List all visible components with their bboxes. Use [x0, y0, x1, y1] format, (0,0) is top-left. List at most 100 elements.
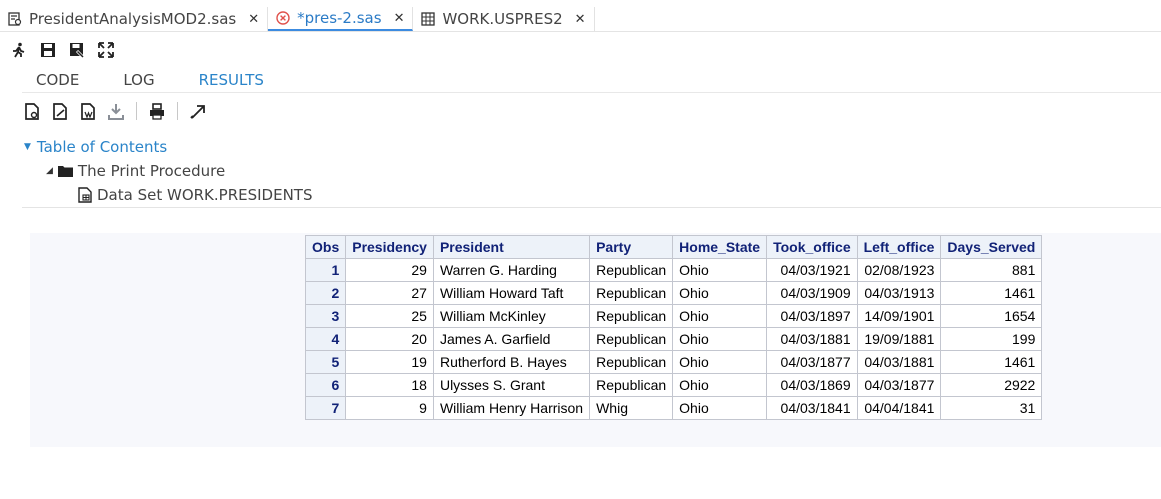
table-cell: Whig — [589, 396, 674, 420]
table-cell: 04/03/1881 — [856, 350, 942, 374]
table-cell: Ohio — [672, 327, 768, 351]
table-cell: 9 — [345, 396, 434, 420]
view-tabs: CODE LOG RESULTS — [14, 70, 286, 92]
table-cell: 04/03/1921 — [766, 258, 858, 282]
table-cell: 31 — [940, 396, 1043, 420]
download-word-icon[interactable] — [80, 102, 96, 120]
table-cell: 19/09/1881 — [856, 327, 942, 351]
table-cell: Republican — [589, 373, 674, 397]
results-output: Obs Presidency President Party Home_State Too… — [30, 233, 1161, 447]
table-cell: 04/03/1913 — [856, 281, 942, 305]
column-header: Took_office — [766, 235, 858, 259]
table-cell: Ohio — [672, 304, 768, 328]
close-icon[interactable]: ✕ — [394, 11, 405, 26]
separator — [136, 102, 137, 120]
column-header: Left_office — [856, 235, 942, 259]
column-header: Party — [589, 235, 674, 259]
obs-cell: 5 — [304, 350, 347, 374]
table-cell: 04/03/1869 — [766, 373, 858, 397]
table-cell: 1461 — [940, 350, 1043, 374]
table-cell: 04/03/1909 — [766, 281, 858, 305]
toc-header[interactable]: ▼ Table of Contents — [24, 135, 312, 159]
results-toolbar — [24, 102, 218, 120]
table-cell: 14/09/1901 — [856, 304, 942, 328]
table-cell: 18 — [345, 373, 434, 397]
tab-results[interactable]: RESULTS — [177, 70, 286, 92]
print-table: Obs Presidency President Party Home_State Too… — [304, 235, 1043, 420]
caret-down-right-icon[interactable]: ◢ — [46, 166, 53, 176]
column-header: President — [432, 235, 591, 259]
table-row: 4 20 James A. Garfield Republican Ohio 04/03/… — [304, 327, 1043, 351]
sas-program-icon — [8, 12, 22, 26]
table-cell: 04/03/1881 — [766, 327, 858, 351]
table-cell: James A. Garfield — [432, 327, 591, 351]
run-icon[interactable] — [10, 42, 27, 59]
tab-label: *pres-2.sas — [297, 9, 382, 27]
tab-pres-2[interactable]: *pres-2.sas ✕ — [268, 7, 414, 31]
table-cell: Ulysses S. Grant — [432, 373, 591, 397]
save-icon[interactable] — [39, 42, 56, 59]
folder-icon — [57, 165, 73, 177]
obs-cell: 2 — [304, 281, 347, 305]
dataset-icon — [78, 187, 92, 203]
tab-code[interactable]: CODE — [14, 70, 101, 92]
save-as-icon[interactable] — [68, 42, 85, 59]
table-cell: 04/03/1841 — [766, 396, 858, 420]
toc-item-dataset[interactable]: Data Set WORK.PRESIDENTS — [24, 183, 312, 207]
table-cell: 1461 — [940, 281, 1043, 305]
table-cell: 02/08/1923 — [856, 258, 942, 282]
download-icon[interactable] — [108, 102, 124, 120]
close-icon[interactable]: ✕ — [575, 12, 586, 27]
column-header: Home_State — [672, 235, 768, 259]
maximize-icon[interactable] — [97, 42, 114, 59]
column-header: Obs — [304, 235, 347, 259]
editor-tab-strip: PresidentAnalysisMOD2.sas ✕ *pres-2.sas … — [0, 7, 595, 32]
table-cell: 2922 — [940, 373, 1043, 397]
table-row: 7 9 William Henry Harrison Whig Ohio 04/03/18… — [304, 396, 1043, 420]
table-header-row: Obs Presidency President Party Home_State Too… — [304, 235, 1043, 259]
toc-item-procedure[interactable]: ◢ The Print Procedure — [24, 159, 312, 183]
table-cell: Republican — [589, 350, 674, 374]
table-cell: Ohio — [672, 373, 768, 397]
column-header: Days_Served — [940, 235, 1043, 259]
obs-cell: 3 — [304, 304, 347, 328]
tab-label: PresidentAnalysisMOD2.sas — [29, 10, 237, 28]
open-new-window-icon[interactable] — [190, 102, 206, 120]
tab-log[interactable]: LOG — [101, 70, 176, 92]
obs-cell: 7 — [304, 396, 347, 420]
obs-cell: 6 — [304, 373, 347, 397]
divider — [22, 92, 1161, 93]
table-cell: 19 — [345, 350, 434, 374]
divider — [0, 31, 1161, 32]
table-cell: Rutherford B. Hayes — [432, 350, 591, 374]
tab-work-uspres2[interactable]: WORK.USPRES2 ✕ — [413, 7, 595, 31]
table-cell: William Henry Harrison — [432, 396, 591, 420]
table-cell: Ohio — [672, 350, 768, 374]
table-cell: Republican — [589, 258, 674, 282]
error-icon — [276, 11, 290, 25]
print-icon[interactable] — [149, 102, 165, 120]
table-cell: Republican — [589, 281, 674, 305]
table-cell: William Howard Taft — [432, 281, 591, 305]
open-html-icon[interactable] — [24, 102, 40, 120]
toc-title: Table of Contents — [36, 138, 168, 156]
table-cell: Republican — [589, 327, 674, 351]
table-cell: Ohio — [672, 281, 768, 305]
editor-toolbar — [10, 40, 114, 60]
close-icon[interactable]: ✕ — [248, 12, 259, 27]
table-row: 6 18 Ulysses S. Grant Republican Ohio 04/03/1… — [304, 373, 1043, 397]
tab-label: WORK.USPRES2 — [442, 10, 563, 28]
caret-down-icon[interactable]: ▼ — [24, 142, 31, 152]
separator — [177, 102, 178, 120]
table-cell: Ohio — [672, 396, 768, 420]
download-pdf-icon[interactable] — [52, 102, 68, 120]
table-cell: 04/03/1877 — [766, 350, 858, 374]
table-cell: 1654 — [940, 304, 1043, 328]
tab-presidentanalysismod2[interactable]: PresidentAnalysisMOD2.sas ✕ — [0, 7, 269, 31]
table-cell: 04/04/1841 — [856, 396, 942, 420]
table-row: 2 27 William Howard Taft Republican Ohio 04/0… — [304, 281, 1043, 305]
table-of-contents: ▼ Table of Contents ◢ The Print Procedur… — [24, 135, 312, 207]
table-cell: Ohio — [672, 258, 768, 282]
table-cell: Warren G. Harding — [432, 258, 591, 282]
table-icon — [421, 12, 436, 26]
